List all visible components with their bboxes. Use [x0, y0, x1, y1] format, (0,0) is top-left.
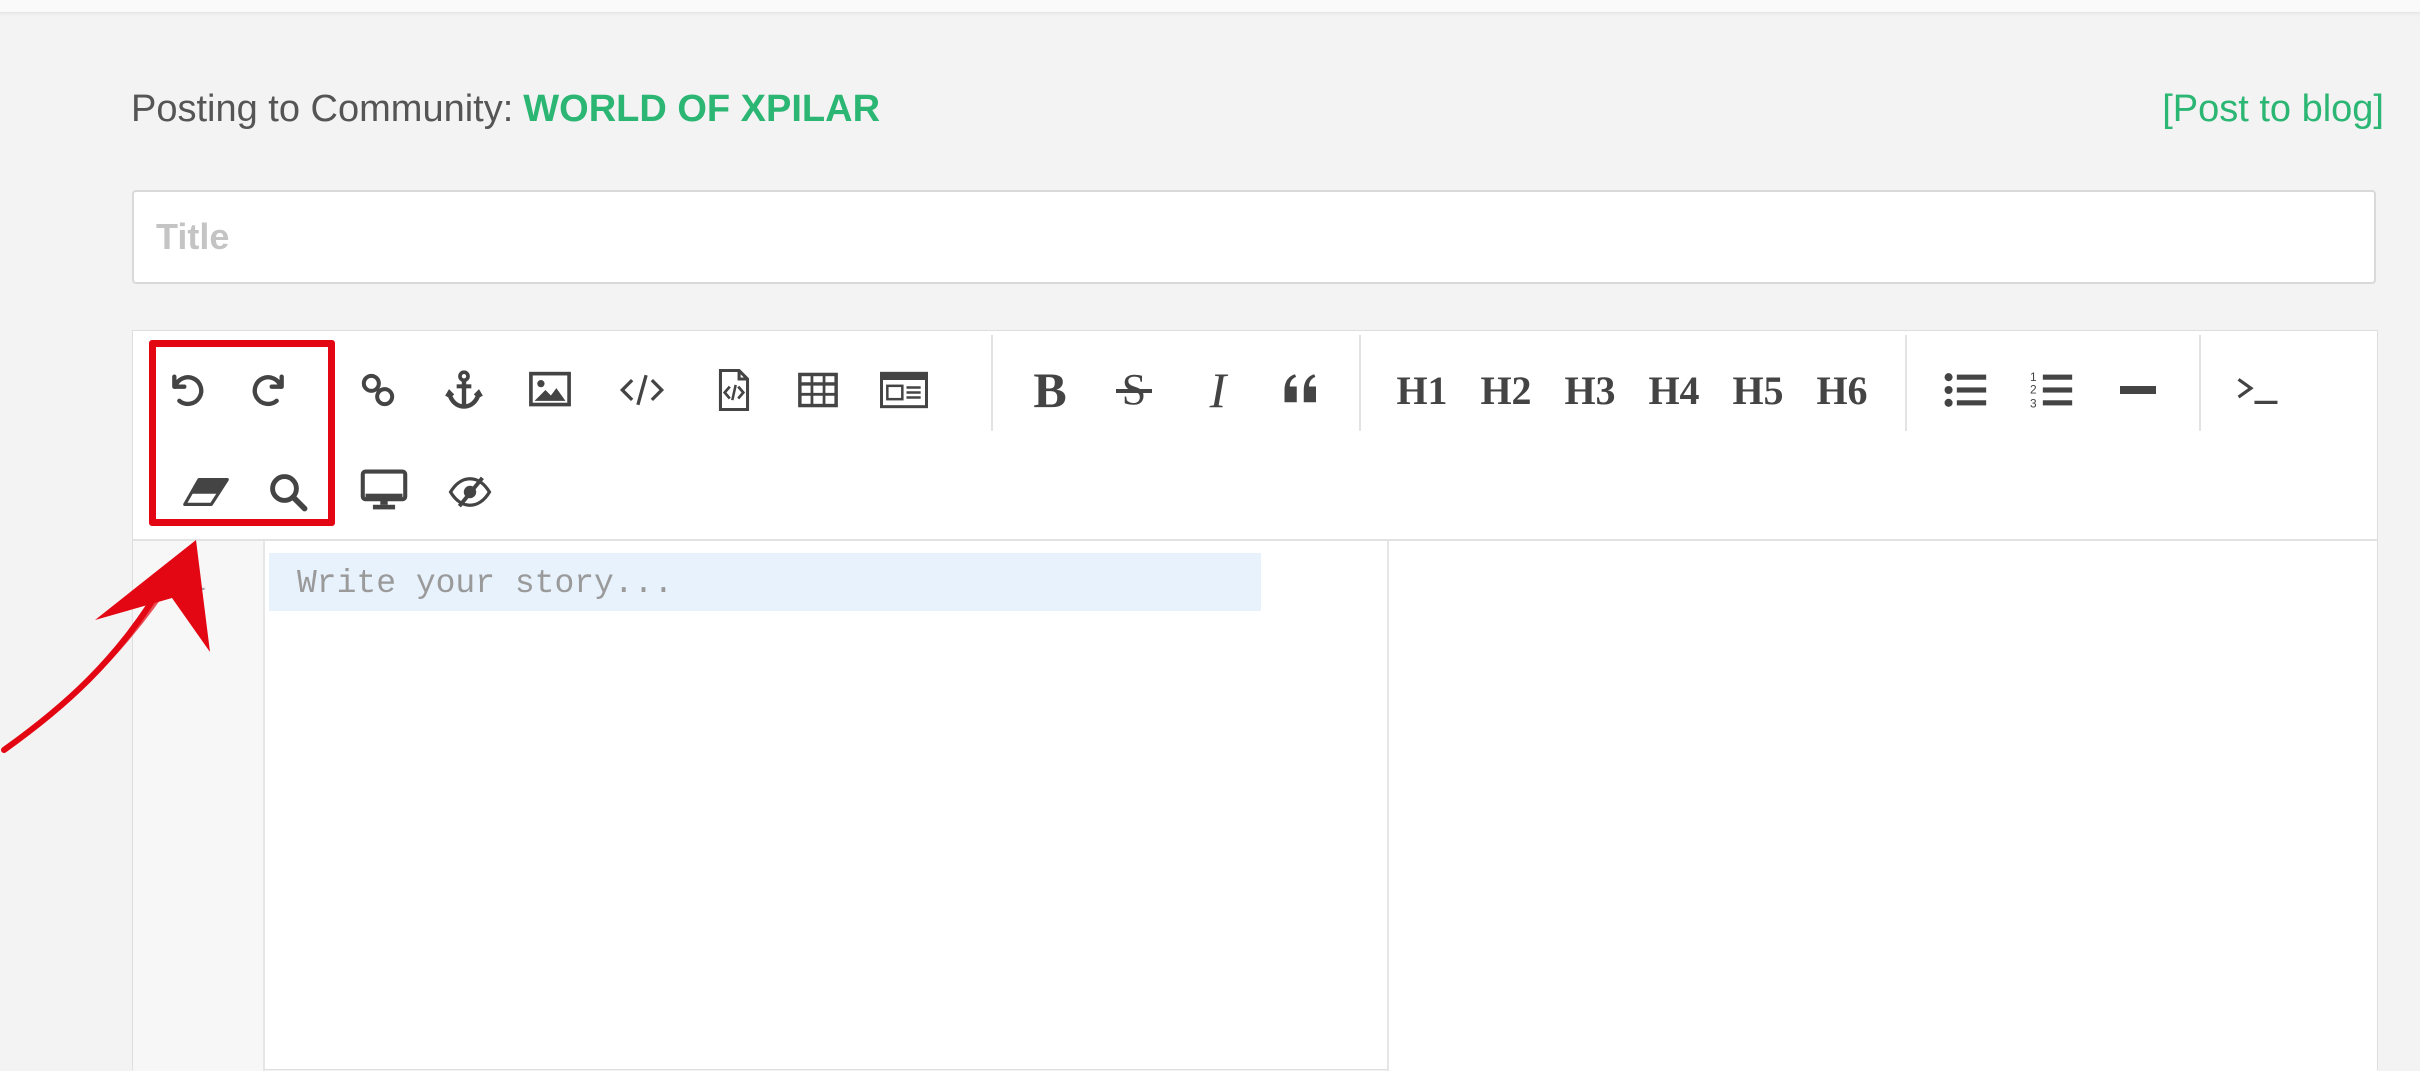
bold-icon[interactable]: B	[1021, 361, 1079, 419]
editor-toolbar: B S I H1 H2 H3 H4 H5 H6 123	[133, 331, 2377, 541]
post-to-blog-link[interactable]: [Post to blog]	[2162, 88, 2384, 131]
line-number-gutter: 1	[133, 541, 265, 1071]
ordered-list-icon[interactable]: 123	[2023, 361, 2081, 419]
desktop-preview-icon[interactable]	[355, 461, 413, 519]
h1-button[interactable]: H1	[1387, 361, 1457, 419]
community-name-link[interactable]: WORLD OF XPILAR	[523, 88, 880, 130]
svg-text:2: 2	[2030, 383, 2037, 397]
eraser-icon[interactable]	[177, 463, 235, 521]
title-input[interactable]	[132, 190, 2376, 284]
hide-preview-icon[interactable]	[441, 463, 499, 521]
unordered-list-icon[interactable]	[1937, 361, 1995, 419]
preview-pane	[1389, 541, 2377, 1071]
svg-text:3: 3	[2030, 396, 2037, 410]
terminal-icon[interactable]	[2229, 361, 2287, 419]
undo-icon[interactable]	[157, 361, 215, 419]
posting-prefix: Posting to Community:	[131, 88, 514, 130]
link-icon[interactable]	[349, 361, 407, 419]
anchor-icon[interactable]	[435, 361, 493, 419]
line-number: 1	[187, 563, 207, 600]
code-file-icon[interactable]	[705, 361, 763, 419]
markdown-editor: B S I H1 H2 H3 H4 H5 H6 123 1 Write your…	[132, 330, 2378, 1071]
posting-community-label: Posting to Community: WORLD OF XPILAR	[131, 88, 880, 131]
quote-icon[interactable]	[1273, 361, 1331, 419]
html-block-icon[interactable]	[875, 361, 933, 419]
top-bar	[0, 0, 2420, 13]
toolbar-separator	[991, 335, 993, 431]
strikethrough-icon[interactable]: S	[1105, 361, 1163, 419]
search-icon[interactable]	[259, 463, 317, 521]
h3-button[interactable]: H3	[1555, 361, 1625, 419]
markdown-input-pane[interactable]	[265, 541, 1389, 1071]
code-icon[interactable]	[613, 361, 671, 419]
h6-button[interactable]: H6	[1807, 361, 1877, 419]
toolbar-separator	[2199, 335, 2201, 431]
redo-icon[interactable]	[241, 361, 299, 419]
table-icon[interactable]	[789, 361, 847, 419]
toolbar-separator	[1905, 335, 1907, 431]
story-input[interactable]	[295, 553, 1259, 613]
horizontal-rule-icon[interactable]	[2109, 361, 2167, 419]
image-icon[interactable]	[521, 361, 579, 419]
toolbar-separator	[1359, 335, 1361, 431]
h5-button[interactable]: H5	[1723, 361, 1793, 419]
italic-icon[interactable]: I	[1189, 361, 1247, 419]
h4-button[interactable]: H4	[1639, 361, 1709, 419]
h2-button[interactable]: H2	[1471, 361, 1541, 419]
